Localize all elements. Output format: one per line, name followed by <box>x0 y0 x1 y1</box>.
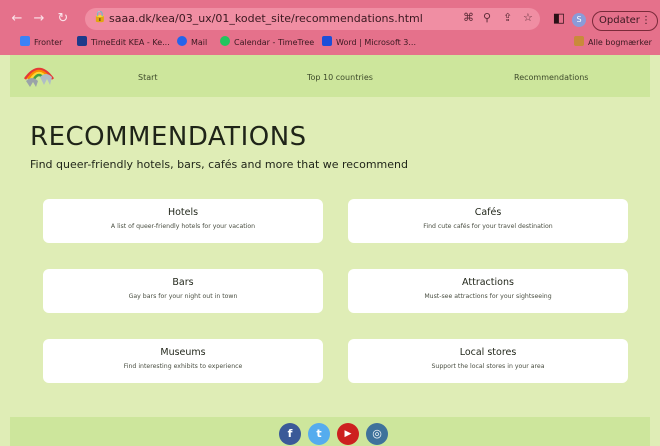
bookmark-mail[interactable]: Mail <box>177 36 207 47</box>
site-footer: f t ▶ ◎ <box>10 417 650 446</box>
card-local-stores[interactable]: Local stores Support the local stores in… <box>348 339 628 383</box>
word-icon <box>322 36 332 46</box>
nav-recommendations[interactable]: Recommendations <box>514 73 588 82</box>
bookmark-fronter[interactable]: Fronter <box>20 36 62 47</box>
browser-chrome: ← → ↻ 🔒 saaa.dk/kea/03_ux/01_kodet_site/… <box>0 0 660 55</box>
instagram-icon[interactable]: ◎ <box>366 423 388 445</box>
bookmark-label: Calendar - TimeTree <box>234 38 315 47</box>
bookmark-timeedit[interactable]: TimeEdit KEA - Ke... <box>77 36 170 47</box>
card-title: Cafés <box>474 207 502 218</box>
reload-icon[interactable]: ↻ <box>54 10 72 28</box>
nav-start[interactable]: Start <box>138 73 158 82</box>
card-hotels[interactable]: Hotels A list of queer-friendly hotels f… <box>43 199 323 243</box>
card-title: Hotels <box>167 207 199 218</box>
site-nav: Start Top 10 countries Recommendations <box>10 55 650 97</box>
menu-kebab-icon: ⋮ <box>641 15 651 26</box>
card-description: Find cute cafés for your travel destinat… <box>423 223 553 230</box>
address-bar[interactable]: 🔒 saaa.dk/kea/03_ux/01_kodet_site/recomm… <box>85 8 540 30</box>
card-cafes[interactable]: Cafés Find cute cafés for your travel de… <box>348 199 628 243</box>
share-icon[interactable]: ⇪ <box>503 11 512 24</box>
profile-avatar[interactable]: S <box>572 13 586 27</box>
browser-toolbar: ← → ↻ 🔒 saaa.dk/kea/03_ux/01_kodet_site/… <box>0 5 660 33</box>
twitter-icon[interactable]: t <box>308 423 330 445</box>
bookmark-timetree[interactable]: Calendar - TimeTree <box>220 36 314 47</box>
nav-top-10-countries[interactable]: Top 10 countries <box>307 73 373 82</box>
bookmark-label: TimeEdit KEA - Ke... <box>91 38 170 47</box>
youtube-icon[interactable]: ▶ <box>337 423 359 445</box>
card-description: A list of queer-friendly hotels for your… <box>110 223 256 230</box>
sidebar-panel-icon[interactable]: ◧ <box>550 10 568 28</box>
update-button-label: Opdater <box>599 15 640 26</box>
all-bookmarks-label: Alle bogmærker <box>588 38 652 47</box>
folder-icon <box>574 36 584 46</box>
card-title: Local stores <box>459 347 517 358</box>
bookmarks-bar: Fronter TimeEdit KEA - Ke... Mail Calend… <box>0 33 660 53</box>
card-title: Bars <box>172 277 194 288</box>
forward-arrow-icon[interactable]: → <box>30 10 48 28</box>
card-description: Find interesting exhibits to experience <box>123 363 243 370</box>
card-description: Gay bars for your night out in town <box>128 293 238 300</box>
card-description: Support the local stores in your area <box>431 363 545 370</box>
card-museums[interactable]: Museums Find interesting exhibits to exp… <box>43 339 323 383</box>
zoom-icon[interactable]: ⚲ <box>483 11 491 24</box>
bookmark-label: Fronter <box>34 38 63 47</box>
page-title: RECOMMENDATIONS <box>30 122 307 152</box>
card-title: Museums <box>160 347 206 358</box>
card-title: Attractions <box>462 277 514 288</box>
fronter-icon <box>20 36 30 46</box>
timeedit-icon <box>77 36 87 46</box>
lock-icon[interactable]: 🔒 <box>93 10 107 23</box>
card-attractions[interactable]: Attractions Must-see attractions for you… <box>348 269 628 313</box>
bookmark-word[interactable]: Word | Microsoft 3... <box>322 36 416 47</box>
update-button[interactable]: Opdater ⋮ <box>592 11 658 31</box>
url-text: saaa.dk/kea/03_ux/01_kodet_site/recommen… <box>109 12 423 25</box>
bookmark-label: Word | Microsoft 3... <box>336 38 417 47</box>
card-bars[interactable]: Bars Gay bars for your night out in town <box>43 269 323 313</box>
bookmark-label: Mail <box>191 38 208 47</box>
back-arrow-icon[interactable]: ← <box>8 10 26 28</box>
rainbow-logo-icon[interactable] <box>22 59 56 89</box>
mail-icon <box>177 36 187 46</box>
bookmark-star-icon[interactable]: ☆ <box>523 11 533 24</box>
page-subtitle: Find queer-friendly hotels, bars, cafés … <box>30 158 408 171</box>
all-bookmarks[interactable]: Alle bogmærker <box>574 36 652 47</box>
facebook-icon[interactable]: f <box>279 423 301 445</box>
translate-icon[interactable]: ⌘ <box>463 11 474 24</box>
timetree-icon <box>220 36 230 46</box>
main-content: RECOMMENDATIONS Find queer-friendly hote… <box>10 97 650 417</box>
card-description: Must-see attractions for your sightseein… <box>424 293 552 300</box>
